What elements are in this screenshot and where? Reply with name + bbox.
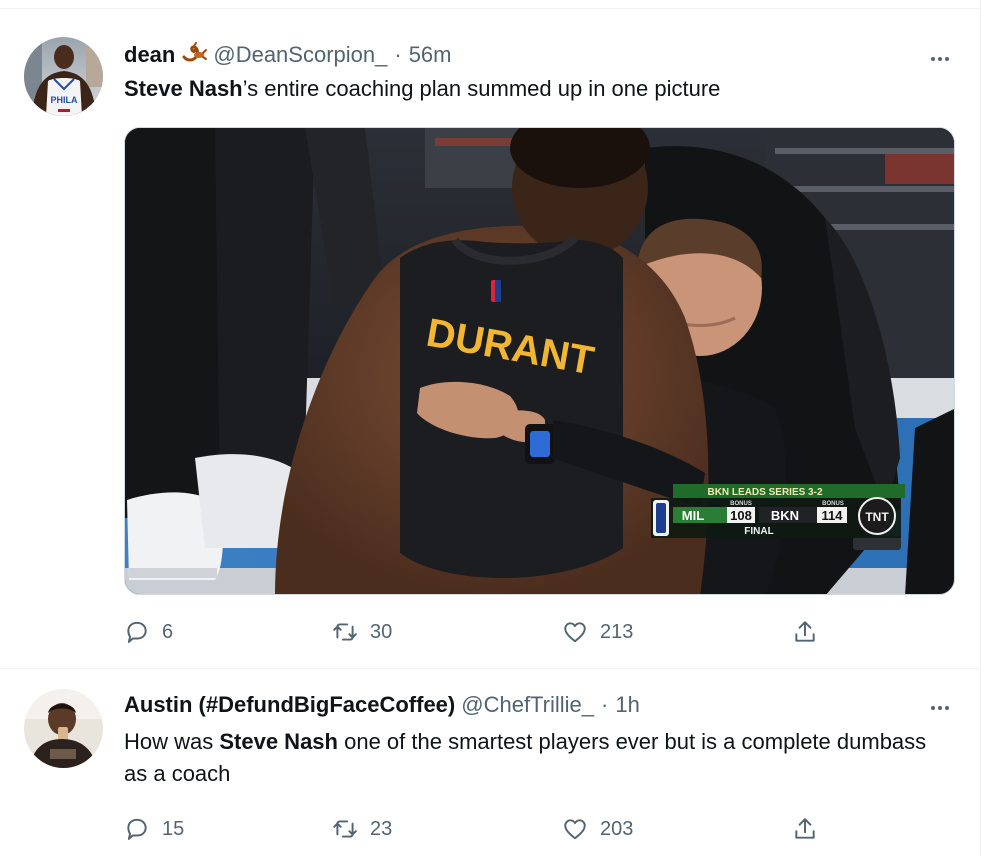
heart-icon [564, 622, 586, 643]
timeline-border [980, 0, 981, 856]
share-icon [795, 621, 815, 642]
like-count: 203 [600, 817, 634, 840]
retweet-count: 30 [370, 620, 393, 643]
score1: 108 [730, 508, 752, 523]
timestamp[interactable]: 56m [409, 42, 452, 68]
reply-icon [127, 621, 147, 643]
display-name[interactable]: dean [124, 42, 175, 68]
tweet-text: How was Steve Nash one of the smartest p… [124, 726, 944, 790]
separator: · [394, 42, 402, 67]
tweet-actions: 15 23 203 [124, 814, 824, 844]
tweet-header: Austin (#DefundBigFaceCoffee) @ChefTrill… [124, 692, 640, 718]
tweet-text-bold: Steve Nash [124, 76, 243, 101]
retweet-icon [333, 623, 357, 641]
bonus-left: BONUS [730, 501, 752, 507]
tweet-text-bold: Steve Nash [219, 729, 338, 754]
tweet-text-rest: ’s entire coaching plan summed up in one… [242, 76, 721, 101]
heart-icon [564, 819, 586, 840]
retweet-count: 23 [370, 817, 393, 840]
timestamp[interactable]: 1h [615, 692, 639, 718]
network-logo: TNT [865, 510, 889, 524]
tweet[interactable]: Austin (#DefundBigFaceCoffee) @ChefTrill… [0, 670, 980, 856]
reply-count: 15 [162, 817, 185, 840]
score2: 114 [822, 508, 844, 523]
display-name[interactable]: Austin (#DefundBigFaceCoffee) [124, 692, 455, 718]
like-count: 213 [600, 620, 634, 643]
reply-button[interactable]: 15 [124, 814, 184, 844]
tweet-text: Steve Nash’s entire coaching plan summed… [124, 73, 944, 105]
scorpion-emoji-icon [181, 41, 208, 69]
more-icon[interactable] [924, 49, 956, 69]
more-icon[interactable] [924, 698, 956, 718]
reply-icon [127, 818, 147, 840]
handle[interactable]: @DeanScorpion_ [213, 42, 387, 68]
team2: BKN [771, 508, 799, 523]
tweet-actions: 6 30 213 [124, 617, 824, 647]
tweet[interactable]: PHILA dean @DeanScorpion_ · 56m Steve Na… [0, 9, 980, 669]
avatar[interactable]: PHILA [24, 37, 103, 116]
share-icon [795, 818, 815, 839]
tweet-header: dean @DeanScorpion_ · 56m [124, 41, 451, 69]
separator: · [601, 692, 609, 717]
retweet-button[interactable]: 30 [332, 617, 392, 647]
handle[interactable]: @ChefTrillie_ [461, 692, 594, 718]
bonus-right: BONUS [822, 501, 844, 507]
retweet-button[interactable]: 23 [332, 814, 392, 844]
avatar-jersey-text: PHILA [51, 95, 79, 105]
team1: MIL [682, 508, 704, 523]
like-button[interactable]: 203 [562, 814, 633, 844]
share-button[interactable] [792, 617, 818, 647]
avatar[interactable] [24, 689, 103, 768]
reply-count: 6 [162, 620, 174, 643]
tweet-photo[interactable]: DURANT BKN LEADS SERIES 3-2 BONUS BONUS … [124, 127, 955, 595]
like-button[interactable]: 213 [562, 617, 633, 647]
series-headline: BKN LEADS SERIES 3-2 [707, 487, 822, 498]
retweet-icon [333, 820, 357, 838]
game-status: FINAL [744, 526, 773, 537]
share-button[interactable] [792, 814, 818, 844]
scorebug: BKN LEADS SERIES 3-2 BONUS BONUS MIL 108… [651, 484, 905, 538]
tweet-text-pre: How was [124, 729, 220, 754]
reply-button[interactable]: 6 [124, 617, 173, 647]
